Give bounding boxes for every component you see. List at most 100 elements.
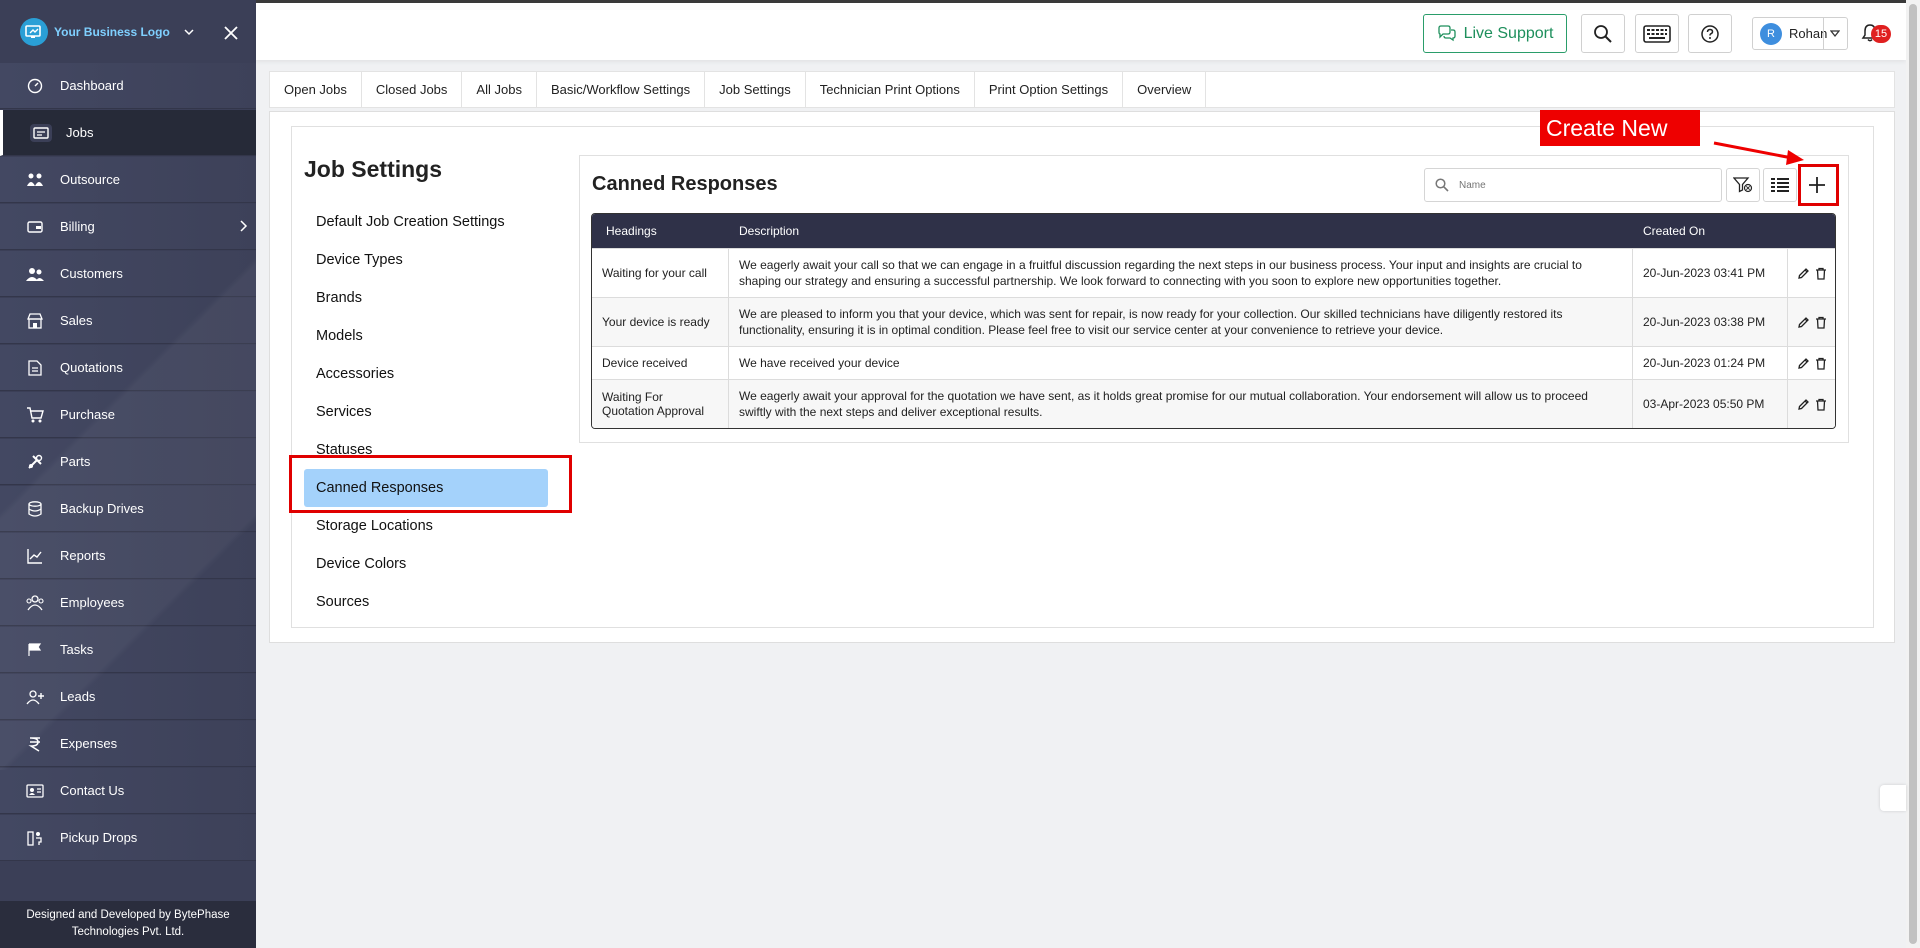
search-icon	[1435, 178, 1449, 192]
canned-responses-table: Headings Description Created On Waiting …	[591, 213, 1836, 429]
edit-icon[interactable]	[1797, 357, 1810, 370]
table-header: Headings Description Created On	[592, 214, 1835, 248]
global-search-button[interactable]	[1581, 14, 1625, 53]
column-header-description[interactable]: Description	[729, 223, 1633, 239]
annotation-arrow-icon	[1713, 141, 1804, 165]
column-header-headings[interactable]: Headings	[592, 224, 729, 238]
tab-open-jobs[interactable]: Open Jobs	[270, 72, 362, 107]
leads-icon	[26, 688, 44, 706]
settings-item-accessories[interactable]: Accessories	[304, 355, 548, 393]
scrollbar-thumb[interactable]	[1909, 4, 1917, 944]
sidebar-item-leads[interactable]: Leads	[0, 674, 256, 720]
column-toggle-button[interactable]	[1763, 168, 1797, 202]
sidebar-item-sales[interactable]: Sales	[0, 298, 256, 344]
billing-icon	[26, 218, 44, 236]
edit-icon[interactable]	[1797, 267, 1810, 280]
row-actions	[1788, 380, 1835, 428]
sidebar-item-employees[interactable]: Employees	[0, 580, 256, 626]
table-row[interactable]: Your device is ready We are pleased to in…	[592, 297, 1835, 346]
sidebar-item-expenses[interactable]: Expenses	[0, 721, 256, 767]
sidebar-item-label: Sales	[60, 313, 93, 328]
cell-description: We are pleased to inform you that your d…	[729, 298, 1633, 346]
top-bar: Live Support R Rohan 15	[256, 0, 1906, 60]
sidebar-item-backup-drives[interactable]: Backup Drives	[0, 486, 256, 532]
tab-basic-workflow-settings[interactable]: Basic/Workflow Settings	[537, 72, 706, 107]
section-title: Canned Responses	[592, 173, 778, 195]
edit-icon[interactable]	[1797, 398, 1810, 411]
row-actions	[1788, 347, 1835, 379]
sidebar-item-outsource[interactable]: Outsource	[0, 157, 256, 203]
keyboard-shortcuts-button[interactable]	[1635, 14, 1679, 53]
user-menu[interactable]: R Rohan	[1752, 17, 1848, 50]
page-scrollbar[interactable]	[1906, 0, 1920, 948]
tab-print-option-settings[interactable]: Print Option Settings	[975, 72, 1124, 107]
table-row[interactable]: Device received We have received your dev…	[592, 346, 1835, 379]
name-search[interactable]	[1424, 168, 1722, 202]
settings-item-services[interactable]: Services	[304, 393, 548, 431]
user-menu-divider	[1823, 18, 1824, 49]
sidebar-item-billing[interactable]: Billing	[0, 204, 256, 250]
brand-name: Your Business Logo	[54, 25, 170, 39]
delete-icon[interactable]	[1815, 316, 1827, 329]
table-body: Waiting for your call We eagerly await yo…	[592, 248, 1835, 428]
cell-heading: Your device is ready	[592, 298, 729, 346]
sidebar-item-customers[interactable]: Customers	[0, 251, 256, 297]
clear-filter-button[interactable]	[1726, 168, 1760, 202]
table-row[interactable]: Waiting for your call We eagerly await yo…	[592, 248, 1835, 297]
sidebar-item-label: Jobs	[66, 125, 94, 140]
brand-logo-icon	[20, 18, 48, 46]
sidebar-item-contact-us[interactable]: Contact Us	[0, 768, 256, 814]
cell-heading: Waiting for your call	[592, 249, 729, 297]
tab-technician-print-options[interactable]: Technician Print Options	[806, 72, 975, 107]
edit-icon[interactable]	[1797, 316, 1810, 329]
tab-overview[interactable]: Overview	[1123, 72, 1207, 107]
user-name: Rohan	[1789, 26, 1828, 41]
settings-item-models[interactable]: Models	[304, 317, 548, 355]
sidebar-item-dashboard[interactable]: Dashboard	[0, 63, 256, 109]
settings-item-device-types[interactable]: Device Types	[304, 241, 548, 279]
sidebar-item-label: Contact Us	[60, 783, 125, 798]
filter-clear-icon	[1733, 177, 1753, 193]
delete-icon[interactable]	[1815, 398, 1827, 411]
table-row[interactable]: Waiting For Quotation Approval We eagerly…	[592, 379, 1835, 428]
delete-icon[interactable]	[1815, 267, 1827, 280]
cell-heading: Device received	[592, 347, 729, 379]
employees-icon	[26, 594, 44, 612]
sidebar-item-label: Quotations	[60, 360, 123, 375]
sidebar-item-pickup-drops[interactable]: Pickup Drops	[0, 815, 256, 861]
sidebar-item-reports[interactable]: Reports	[0, 533, 256, 579]
brand[interactable]: Your Business Logo	[20, 17, 194, 47]
sidebar-item-jobs[interactable]: Jobs	[0, 110, 256, 156]
side-panel-toggle[interactable]	[1880, 785, 1906, 811]
tab-job-settings[interactable]: Job Settings	[705, 72, 806, 107]
tab-all-jobs[interactable]: All Jobs	[462, 72, 537, 107]
settings-item-default-job-creation-settings[interactable]: Default Job Creation Settings	[304, 203, 548, 241]
sidebar-item-label: Tasks	[60, 642, 94, 657]
sidebar-item-parts[interactable]: Parts	[0, 439, 256, 485]
tab-closed-jobs[interactable]: Closed Jobs	[362, 72, 463, 107]
sidebar-item-label: Outsource	[60, 172, 120, 187]
search-input[interactable]	[1459, 179, 1699, 191]
sidebar-item-tasks[interactable]: Tasks	[0, 627, 256, 673]
reports-icon	[26, 547, 44, 565]
rupee-icon	[26, 735, 44, 753]
caret-down-icon[interactable]	[1830, 30, 1840, 38]
live-support-button[interactable]: Live Support	[1423, 14, 1567, 53]
settings-item-device-colors[interactable]: Device Colors	[304, 545, 548, 583]
delete-icon[interactable]	[1815, 357, 1827, 370]
sidebar-item-purchase[interactable]: Purchase	[0, 392, 256, 438]
cell-created-on: 20-Jun-2023 03:41 PM	[1633, 249, 1788, 297]
sidebar-item-label: Pickup Drops	[60, 830, 138, 845]
chevron-down-icon[interactable]	[184, 27, 194, 37]
close-sidebar-icon[interactable]	[222, 24, 240, 42]
settings-item-sources[interactable]: Sources	[304, 583, 548, 621]
create-new-highlight	[1798, 164, 1839, 206]
jobs-icon	[30, 123, 52, 142]
keyboard-icon	[1643, 24, 1671, 43]
sidebar-item-quotations[interactable]: Quotations	[0, 345, 256, 391]
help-button[interactable]	[1688, 14, 1732, 53]
settings-menu: Default Job Creation Settings Device Type…	[304, 203, 548, 621]
column-header-created-on[interactable]: Created On	[1633, 224, 1788, 238]
cell-created-on: 03-Apr-2023 05:50 PM	[1633, 380, 1788, 428]
settings-item-brands[interactable]: Brands	[304, 279, 548, 317]
